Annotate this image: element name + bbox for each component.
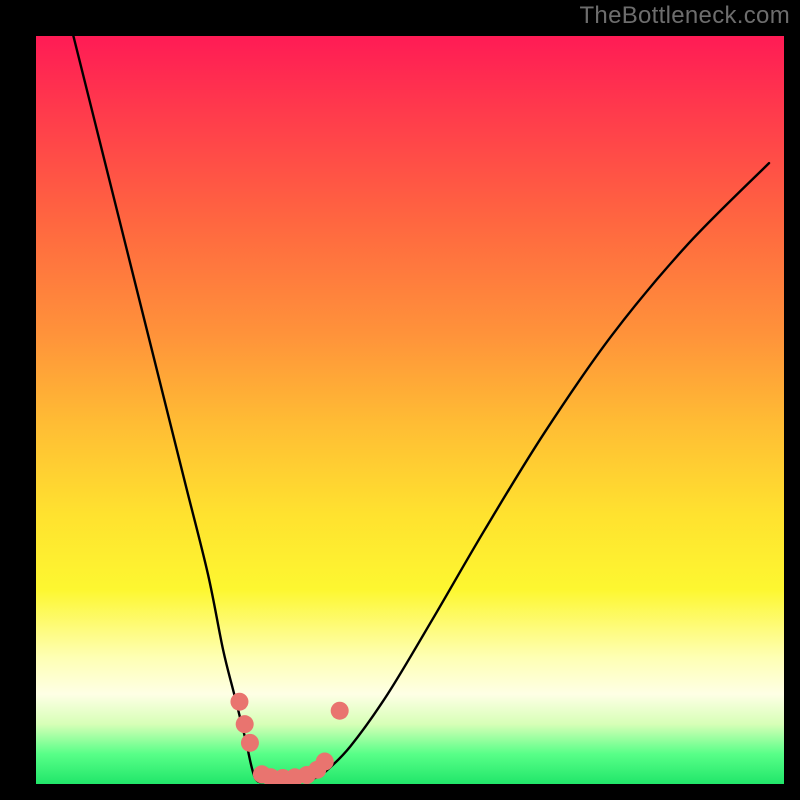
chart-frame: TheBottleneck.com xyxy=(0,0,800,800)
watermark-text: TheBottleneck.com xyxy=(579,2,790,30)
plot-background xyxy=(36,36,784,784)
